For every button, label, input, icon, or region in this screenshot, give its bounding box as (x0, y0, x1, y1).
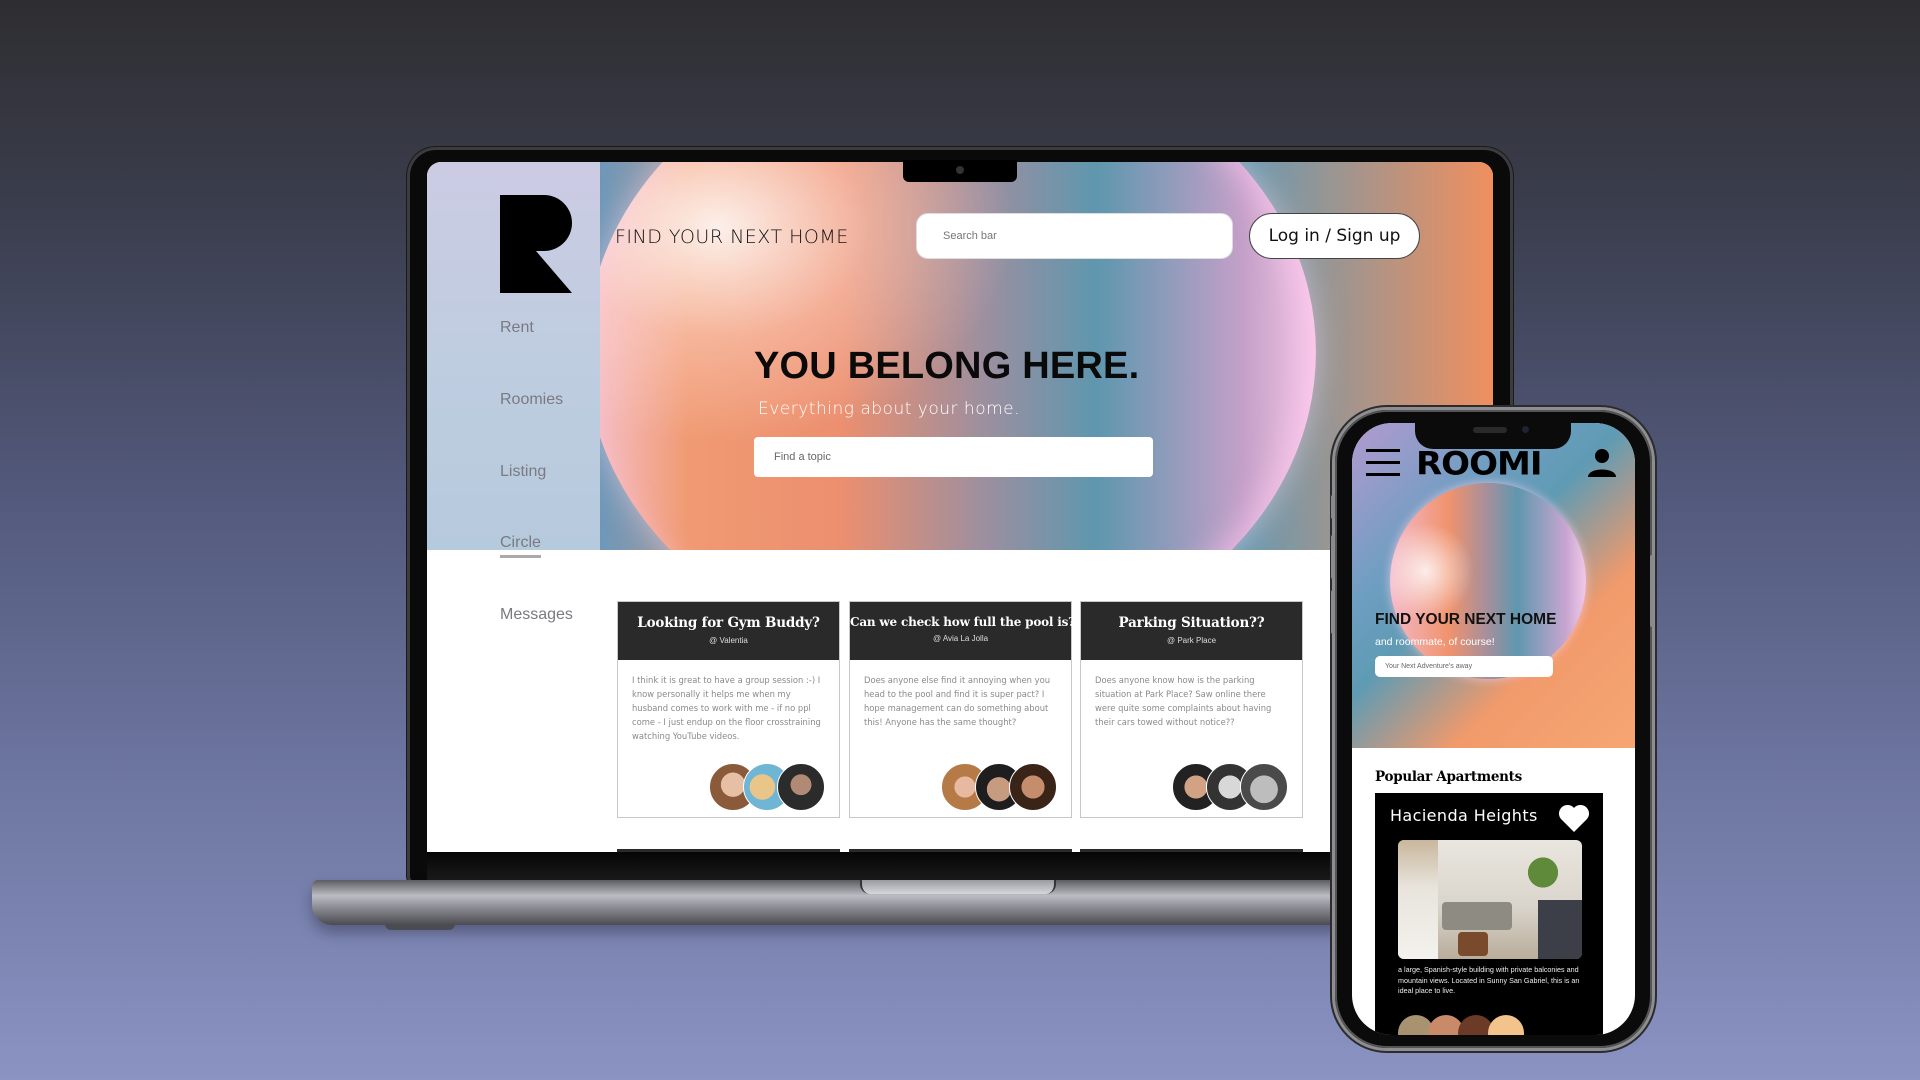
post-card[interactable]: Can we check how full the pool is? @ Avi… (849, 601, 1076, 818)
post-card-header: Parking Situation?? @ Park Place (1081, 602, 1302, 660)
mobile-search-placeholder: Your Next Adventure's away (1385, 663, 1473, 670)
avatar (777, 763, 825, 811)
post-location: @ Park Place (1166, 636, 1217, 645)
phone-power-button (1650, 555, 1654, 627)
apartment-photo (1398, 840, 1582, 959)
post-title: Can we check how full the pool is? (850, 615, 1076, 629)
participant-avatars (1172, 763, 1288, 811)
sidebar-item-rent[interactable]: Rent (500, 319, 534, 337)
post-title: Parking Situation?? (1118, 615, 1265, 631)
sidebar-item-listing[interactable]: Listing (500, 463, 546, 481)
search-placeholder: Search bar (943, 230, 997, 242)
sidebar-item-messages[interactable]: Messages (500, 606, 573, 624)
laptop-chin (427, 852, 1493, 880)
post-location: @ Avia La Jolla (932, 634, 989, 643)
mobile-hero-subtitle: and roommate, of course! (1375, 636, 1495, 648)
popular-apartments-heading: Popular Apartments (1375, 769, 1522, 785)
phone-notch (1415, 421, 1571, 449)
phone-volume-down (1331, 590, 1335, 634)
brand-tagline: FIND YOUR NEXT HOME (615, 226, 849, 248)
user-icon[interactable] (1586, 447, 1618, 479)
mobile-hero-orb (1390, 483, 1586, 679)
phone-volume-up (1331, 535, 1335, 579)
sidebar-item-roomies[interactable]: Roomies (500, 391, 563, 409)
mobile-site: ROOMI FIND YOUR NEXT HOME and roommate, … (1352, 423, 1635, 1035)
participant-avatars (709, 763, 825, 811)
post-card[interactable]: Parking Situation?? @ Park Place Does an… (1080, 601, 1303, 818)
post-title: Looking for Gym Buddy? (637, 615, 820, 631)
search-input[interactable]: Search bar (916, 213, 1233, 259)
mobile-search-input[interactable]: Your Next Adventure's away (1375, 656, 1553, 677)
post-card-header: Can we check how full the pool is? @ Avi… (850, 602, 1076, 660)
hero-title: YOU BELONG HERE. (754, 345, 1140, 387)
mobile-hero-title: FIND YOUR NEXT HOME (1375, 611, 1557, 628)
speaker-icon (1473, 427, 1507, 433)
avatar (1240, 763, 1288, 811)
camera-icon (956, 166, 964, 174)
heart-icon[interactable] (1558, 803, 1590, 833)
hero-subtitle: Everything about your home. (758, 399, 1021, 419)
post-body: Does anyone else find it annoying when y… (864, 675, 1050, 727)
post-body: I think it is great to have a group sess… (632, 675, 821, 741)
hamburger-icon[interactable] (1366, 449, 1400, 485)
laptop-foot (385, 924, 455, 930)
laptop-opening-notch (860, 880, 1056, 894)
active-nav-indicator (500, 555, 541, 558)
post-card-header: Looking for Gym Buddy? @ Valentia (618, 602, 839, 660)
phone-mute-switch (1331, 495, 1335, 519)
roomi-logo: ROOMI (1416, 445, 1542, 483)
avatar (1488, 1015, 1524, 1035)
post-body: Does anyone know how is the parking situ… (1095, 675, 1272, 727)
camera-icon (1522, 426, 1529, 433)
apartment-name: Hacienda Heights (1390, 806, 1538, 825)
sidebar-item-circle[interactable]: Circle (500, 534, 541, 552)
r-logo-icon (500, 195, 572, 293)
topic-placeholder: Find a topic (774, 451, 831, 463)
participant-avatars (941, 763, 1057, 811)
laptop-notch (903, 160, 1017, 182)
apartment-description: a large, Spanish-style building with pri… (1398, 965, 1580, 995)
post-location: @ Valentia (709, 636, 748, 645)
post-card[interactable]: Looking for Gym Buddy? @ Valentia I thin… (617, 601, 840, 818)
find-topic-input[interactable]: Find a topic (754, 437, 1153, 477)
login-signup-button[interactable]: Log in / Sign up (1249, 213, 1420, 259)
avatar (1009, 763, 1057, 811)
apartment-card[interactable]: Hacienda Heights a large, Spanish-style … (1375, 793, 1603, 1035)
resident-avatars (1398, 1015, 1524, 1035)
